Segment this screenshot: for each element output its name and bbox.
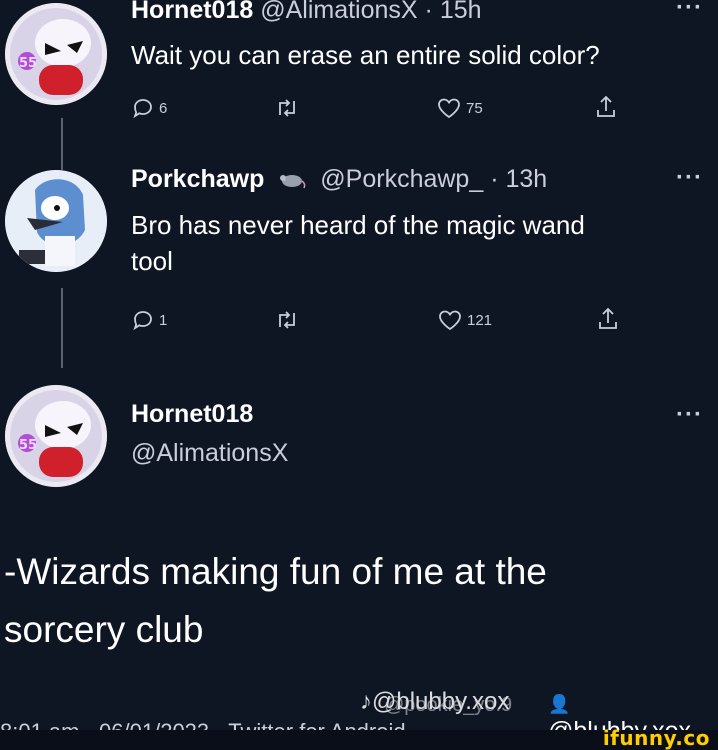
user-handle[interactable]: @Porkchawp_ [320, 165, 483, 193]
share-button[interactable] [594, 94, 618, 120]
like-count: 121 [467, 311, 493, 329]
display-name[interactable]: Hornet018 [131, 400, 253, 428]
quote-name: Hornet018 [131, 400, 253, 429]
more-options-button[interactable]: ··· [676, 401, 703, 429]
more-options-button[interactable]: ··· [676, 0, 703, 22]
mordecai-avatar-icon [5, 170, 107, 272]
like-button[interactable]: 121 [437, 308, 492, 332]
avatar[interactable] [5, 170, 107, 272]
reply-count: 6 [159, 99, 168, 117]
user-handle[interactable]: @AlimationsX [260, 0, 417, 24]
like-count: 75 [466, 99, 483, 117]
tweet-text-line: Bro has never heard of the magic wand [131, 210, 585, 240]
cartoon-avatar-icon: 55 [5, 385, 107, 487]
reply-icon [133, 311, 152, 331]
tweet-header: Hornet018 @AlimationsX · 15h [131, 0, 482, 25]
retweet-button[interactable] [274, 96, 300, 120]
heart-icon [438, 98, 460, 119]
rat-emoji-icon [280, 175, 306, 189]
cartoon-avatar-icon: 55 [5, 3, 107, 105]
thread-line [61, 288, 63, 368]
svg-text:55: 55 [19, 56, 37, 71]
tiktok-watermark: ♪@blubby.xox @pookie_yo.9 [360, 688, 513, 716]
share-icon [599, 307, 617, 329]
user-handle[interactable]: @AlimationsX [131, 439, 288, 467]
retweet-icon [279, 311, 295, 329]
avatar[interactable]: 55 [5, 385, 107, 487]
tweet-text: Wait you can erase an entire solid color… [131, 40, 600, 70]
svg-text:55: 55 [19, 438, 37, 453]
reply-icon [133, 99, 152, 119]
reply-count: 1 [159, 311, 168, 329]
display-name[interactable]: Porkchawp [131, 165, 264, 193]
overlap-handle: @pookie_yo.9 [384, 694, 513, 716]
avatar[interactable]: 55 [5, 3, 107, 105]
more-options-button[interactable]: ··· [676, 164, 703, 192]
share-button[interactable] [596, 306, 620, 332]
quote-handle-row: @AlimationsX [131, 439, 288, 468]
timestamp[interactable]: · 13h [490, 165, 547, 193]
reply-button[interactable]: 6 [131, 96, 167, 120]
display-name[interactable]: Hornet018 [131, 0, 253, 24]
reply-button[interactable]: 1 [131, 308, 167, 332]
tweet-text: Bro has never heard of the magic wand to… [131, 207, 716, 279]
tweet-header: Porkchawp @Porkchawp_ · 13h [131, 165, 547, 194]
tiktok-icon: ♪ [360, 688, 372, 715]
user-icon: 👤 [548, 694, 571, 714]
like-button[interactable]: 75 [436, 96, 483, 120]
retweet-icon [279, 99, 295, 117]
retweet-button[interactable] [274, 308, 300, 332]
main-tweet-line: sorcery club [4, 609, 204, 650]
ifunny-logo[interactable]: ifunny.co [603, 726, 710, 750]
main-tweet-text: -Wizards making fun of me at the sorcery… [4, 543, 704, 659]
tweet-text-line: tool [131, 246, 173, 276]
share-icon [597, 95, 615, 117]
main-tweet-line: -Wizards making fun of me at the [4, 551, 547, 592]
thread-line [61, 118, 63, 170]
heart-icon [439, 310, 461, 331]
timestamp[interactable]: · 15h [425, 0, 482, 24]
